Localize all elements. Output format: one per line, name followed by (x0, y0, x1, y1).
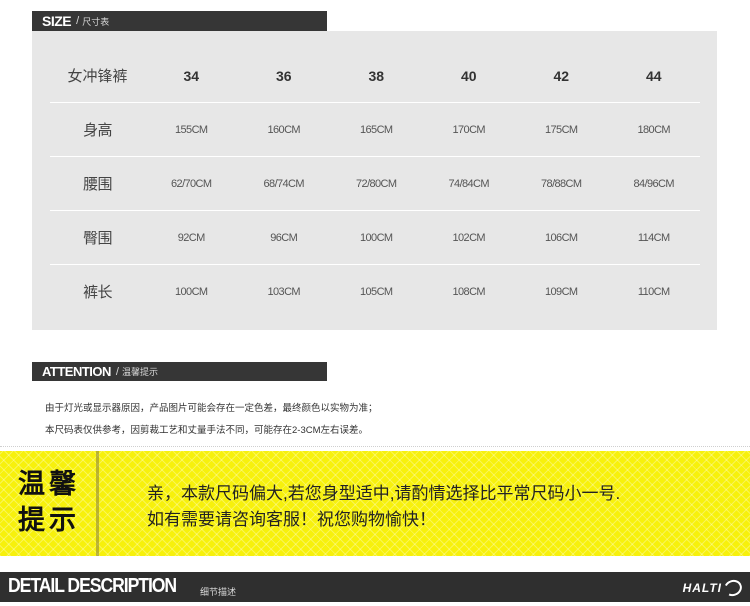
row-label-hip: 臀围 (50, 210, 145, 265)
table-cell: 100CM (175, 285, 208, 298)
banner-message-line: 亲，本款尺码偏大,若您身型适中,请酌情选择比平常尺码小一号. (147, 484, 621, 503)
banner-divider (96, 451, 99, 556)
row-label-waist: 腰围 (50, 156, 145, 211)
size-header-label: 女冲锋裤 (50, 49, 145, 103)
table-cell: 103CM (267, 285, 301, 298)
size-table: 女冲锋裤 34 36 38 40 42 44 身高 155CM 160CM 16… (50, 49, 700, 318)
table-cell: 114CM (607, 210, 700, 265)
size-col-header: 40 (422, 49, 515, 103)
row-label-height: 身高 (50, 102, 145, 157)
size-section-header: SIZE / 尺寸表 (32, 11, 327, 31)
table-cell: 180CM (607, 102, 700, 157)
table-cell: 106CM (515, 210, 608, 265)
table-cell: 92CM (145, 210, 238, 265)
detail-title: DETAIL DESCRIPTION (8, 575, 177, 597)
size-col-header: 34 (145, 49, 238, 103)
table-cell: 84/96CM (607, 156, 700, 211)
size-col-header: 38 (330, 49, 423, 103)
table-row: 裤长 100CM 103CM 105CM 108CM 109CM 110CM (50, 265, 700, 319)
table-row: 身高 155CM 160CM 165CM 170CM 175CM 180CM (50, 102, 700, 157)
table-cell: 170CM (422, 102, 515, 157)
brand-logo-text: HALTI (682, 581, 722, 595)
attention-notes: 由于灯光或显示器原因，产品图片可能会存在一定色差，最终颜色以实物为准； 本尺码表… (45, 398, 378, 442)
banner-title-line: 提示 (18, 505, 80, 536)
attention-note: 本尺码表仅供参考，因剪裁工艺和丈量手法不同，可能存在2-3CM左右误差。 (45, 425, 369, 436)
table-cell: 100CM (330, 210, 423, 265)
dotted-divider (0, 446, 750, 447)
attention-title: ATTENTION (42, 364, 111, 379)
table-cell: 72/80CM (330, 156, 423, 211)
size-col-header: 36 (237, 49, 330, 103)
size-table-panel: 女冲锋裤 34 36 38 40 42 44 身高 155CM 160CM 16… (32, 31, 717, 330)
banner-title-line: 温馨 (18, 469, 80, 500)
size-col-header: 44 (607, 49, 700, 103)
table-cell: 175CM (515, 102, 608, 157)
table-row: 腰围 62/70CM 68/74CM 72/80CM 74/84CM 78/88… (50, 156, 700, 211)
size-col-header: 42 (515, 49, 608, 103)
table-cell: 160CM (237, 102, 330, 157)
brand-logo-icon (721, 577, 745, 599)
table-cell: 108CM (452, 285, 486, 298)
size-title: SIZE (42, 13, 72, 29)
table-cell: 109CM (545, 285, 578, 298)
row-label-length: 裤长 (83, 284, 112, 301)
banner-message: 亲，本款尺码偏大,若您身型适中,请酌情选择比平常尺码小一号. 如有需要请咨询客服… (147, 481, 620, 533)
table-cell: 68/74CM (237, 156, 330, 211)
detail-subtitle: 细节描述 (200, 587, 237, 597)
size-subtitle: 尺寸表 (82, 16, 110, 27)
attention-note: 由于灯光或显示器原因，产品图片可能会存在一定色差，最终颜色以实物为准； (45, 403, 378, 414)
banner-message-line: 如有需要请咨询客服！祝您购物愉快！ (147, 510, 436, 529)
table-cell: 78/88CM (515, 156, 608, 211)
table-cell: 155CM (145, 102, 238, 157)
attention-subtitle: 温馨提示 (121, 367, 158, 377)
attention-separator: / (115, 365, 119, 378)
size-separator: / (76, 15, 80, 27)
table-cell: 74/84CM (422, 156, 515, 211)
table-cell: 96CM (237, 210, 330, 265)
size-header-row: 女冲锋裤 34 36 38 40 42 44 (50, 49, 700, 103)
table-row: 臀围 92CM 96CM 100CM 102CM 106CM 114CM (50, 210, 700, 265)
detail-section-header: DETAIL DESCRIPTION 细节描述 HALTI (0, 572, 750, 602)
notice-banner: 温馨 提示 亲，本款尺码偏大,若您身型适中,请酌情选择比平常尺码小一号. 如有需… (0, 451, 750, 556)
attention-section-header: ATTENTION / 温馨提示 (32, 362, 327, 381)
banner-title: 温馨 提示 (18, 467, 80, 539)
table-cell: 165CM (330, 102, 423, 157)
table-cell: 102CM (422, 210, 515, 265)
table-cell: 105CM (360, 285, 393, 298)
table-cell: 62/70CM (145, 156, 238, 211)
table-cell: 110CM (637, 285, 670, 298)
